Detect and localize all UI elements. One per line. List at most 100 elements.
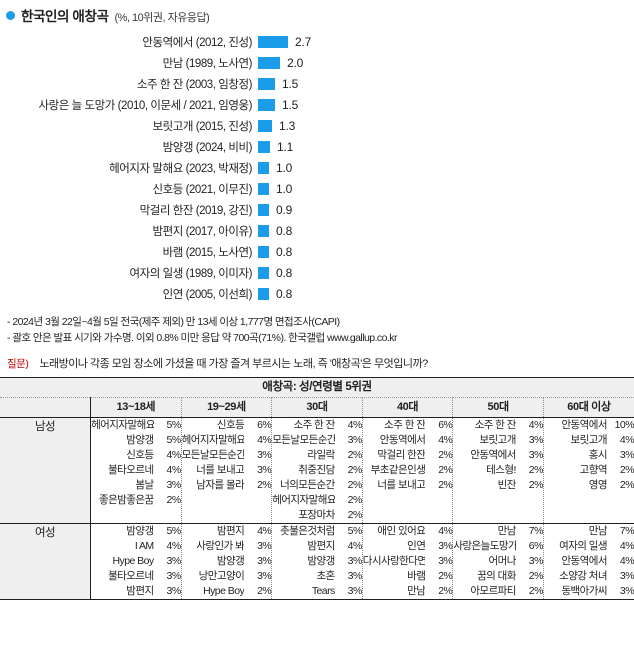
rank-entry: 헤어지자말해요 5% bbox=[91, 418, 181, 433]
rank-entry-percent: 2% bbox=[528, 479, 544, 491]
rank-entry-name: 테스형! bbox=[486, 464, 516, 476]
bar-track: 0.8 bbox=[258, 287, 292, 301]
rank-entry-name: 부초같은인생 bbox=[370, 464, 426, 476]
rank-entry-name: 소양강 처녀 bbox=[559, 570, 607, 582]
rank-entry: 테스형! 2% bbox=[453, 463, 543, 478]
rank-entry-percent: 3% bbox=[257, 570, 272, 582]
rank-entry: 헤어지자말해요 2% bbox=[272, 493, 362, 508]
rank-entry-percent: 5% bbox=[347, 525, 363, 537]
rank-entry-name: 밤양갱 bbox=[216, 555, 245, 567]
rank-entry-percent: 5% bbox=[166, 419, 182, 431]
rank-entry-percent: 2% bbox=[619, 464, 634, 476]
rank-entry-percent: 3% bbox=[528, 449, 544, 461]
bar-track: 0.8 bbox=[258, 266, 292, 280]
rank-entry-percent: 4% bbox=[347, 540, 363, 552]
rank-entry-name: 밤양갱 bbox=[307, 555, 335, 567]
rank-entry-name: 낭만고양이 bbox=[198, 570, 245, 582]
rank-entry-name: 빈잔 bbox=[497, 479, 516, 491]
bar-label: 안동역에서 (2012, 진성) bbox=[142, 36, 252, 49]
table-column-header-row: 13~18세 19~29세 30대 40대 50대 60대 이상 bbox=[0, 397, 634, 418]
rank-entry-name: 보릿고개 bbox=[479, 434, 516, 446]
rank-entry: 동백아가씨 3% bbox=[544, 584, 634, 599]
bar-row: 만남 (1989, 노사연) 2.0 bbox=[0, 52, 634, 73]
bar-value-label: 0.8 bbox=[276, 265, 293, 280]
rank-entry-percent: 2% bbox=[528, 585, 544, 597]
rank-entry: 사랑은늘도망가 6% bbox=[453, 539, 543, 554]
rank-entry: 홍시 3% bbox=[544, 448, 634, 463]
bar-label: 막걸리 한잔 (2019, 강진) bbox=[139, 204, 253, 217]
rank-entry-percent: 3% bbox=[166, 555, 182, 567]
gender-label-cell: 여성 bbox=[0, 523, 92, 600]
rank-entry-name: 초혼 bbox=[316, 570, 335, 582]
rank-entry-percent: 3% bbox=[257, 555, 272, 567]
rank-entry-name: 바램 bbox=[407, 570, 426, 582]
bar-track: 1.0 bbox=[258, 161, 292, 175]
rank-entry-percent: 2% bbox=[438, 585, 453, 597]
rank-entry-name: 막걸리 한잔 bbox=[377, 449, 426, 461]
rank-entry-percent: 3% bbox=[257, 449, 272, 461]
rank-entry-percent: 3% bbox=[257, 464, 272, 476]
rank-entry-name: 좋은밤좋은꿈 bbox=[98, 494, 154, 506]
bar-row: 밤편지 (2017, 아이유) 0.8 bbox=[0, 220, 634, 241]
question-tag-label: 질문) bbox=[7, 358, 29, 370]
rank-entry: 너를 보내고 2% bbox=[363, 478, 453, 493]
rank-entry-percent: 2% bbox=[438, 449, 453, 461]
rank-cell: 신호등 6% 헤어지자말해요 4% 모든날모든순간 3% 너를 보내고 3% 남자를 몰라 2% bbox=[181, 417, 273, 524]
bar-row: 헤어지자 말해요 (2023, 박재정) 1.0 bbox=[0, 157, 634, 178]
rank-entry: 밤편지 3% bbox=[91, 584, 181, 599]
rank-entry-name: 신호등 bbox=[126, 449, 154, 461]
rank-entry-name: 만남 bbox=[588, 525, 607, 537]
bar-track: 1.0 bbox=[258, 182, 292, 196]
bar-value-label: 2.7 bbox=[295, 34, 312, 49]
rank-entry: 너의모든순간 2% bbox=[272, 478, 362, 493]
bar-track: 0.9 bbox=[258, 203, 292, 217]
rank-entry-name: 너를 보내고 bbox=[377, 479, 426, 491]
bar-fill bbox=[258, 245, 269, 258]
rank-entry-name: 꿈의 대화 bbox=[477, 570, 516, 582]
rank-entry-percent: 2% bbox=[528, 464, 544, 476]
rank-entry: 고향역 2% bbox=[544, 463, 634, 478]
rank-entry-name: 헤어지자말해요 bbox=[272, 494, 335, 506]
rank-entry-percent: 3% bbox=[347, 555, 363, 567]
rank-entry-name: 아모르파티 bbox=[470, 585, 516, 597]
rank-entry: 빈잔 2% bbox=[453, 478, 544, 493]
rank-entry-percent: 3% bbox=[619, 585, 634, 597]
rank-entry-percent: 3% bbox=[166, 585, 182, 597]
bar-row: 보릿고개 (2015, 진성) 1.3 bbox=[0, 115, 634, 136]
rank-entry: Hype Boy 2% bbox=[182, 584, 272, 599]
rank-entry: 밤양갱 3% bbox=[182, 554, 272, 569]
rank-entry-name: 홍시 bbox=[588, 449, 607, 461]
bar-track: 0.8 bbox=[258, 224, 292, 238]
rank-entry-name: 어머나 bbox=[488, 555, 516, 567]
bar-fill bbox=[258, 35, 288, 48]
bar-fill bbox=[258, 203, 269, 216]
table-row: 여성 밤양갱 5% I AM 4% Hype Boy 3% 불타오르네 3% 밤편지 3% 밤편지 4%… bbox=[0, 523, 634, 600]
bar-value-label: 2.0 bbox=[287, 55, 304, 70]
page-title: 한국인의 애창곡 bbox=[21, 9, 109, 24]
rank-entry-name: 라일락 bbox=[307, 449, 335, 461]
rank-cell: 애인 있어요 4% 인연 3% 다시사랑한다면 3% 바램 2% 만남 2% bbox=[362, 523, 454, 600]
rank-entry-percent: 4% bbox=[528, 419, 544, 431]
rank-entry: 소주 한 잔 4% bbox=[453, 418, 544, 433]
rank-entry-percent: 5% bbox=[166, 525, 182, 537]
bar-row: 사랑은 늘 도망가 (2010, 이문세 / 2021, 임영웅) 1.5 bbox=[0, 94, 634, 115]
rank-entry-percent: 6% bbox=[438, 419, 453, 431]
rank-entry: 다시사랑한다면 3% bbox=[363, 554, 453, 569]
rank-entry: 초혼 3% bbox=[272, 569, 363, 584]
rank-entry: 아모르파티 2% bbox=[453, 584, 543, 599]
bar-value-label: 1.0 bbox=[276, 160, 293, 175]
rank-entry-name: 불타오르네 bbox=[108, 570, 154, 582]
rank-entry-name: 봄날 bbox=[135, 479, 154, 491]
table-column-header-6: 60대 이상 bbox=[543, 397, 634, 418]
rank-entry-percent: 2% bbox=[438, 479, 453, 491]
rank-entry: 밤양갱 5% bbox=[91, 524, 181, 539]
rank-entry-name: 헤어지자말해요 bbox=[181, 434, 245, 446]
rank-entry: 불타오르네 3% bbox=[91, 569, 181, 584]
rank-entry-name: 모든날모든순간 bbox=[181, 449, 245, 461]
bar-label: 신호등 (2021, 이무진) bbox=[152, 183, 252, 196]
rank-entry-name: 밤편지 bbox=[216, 525, 245, 537]
bar-label: 만남 (1989, 노사연) bbox=[162, 57, 253, 70]
rank-entry-name: 동백아가씨 bbox=[561, 585, 607, 597]
footnote: - 2024년 3월 22일~4월 5일 전국(제주 제외) 만 13세 이상 … bbox=[7, 316, 340, 328]
rank-entry-percent: 3% bbox=[166, 479, 182, 491]
